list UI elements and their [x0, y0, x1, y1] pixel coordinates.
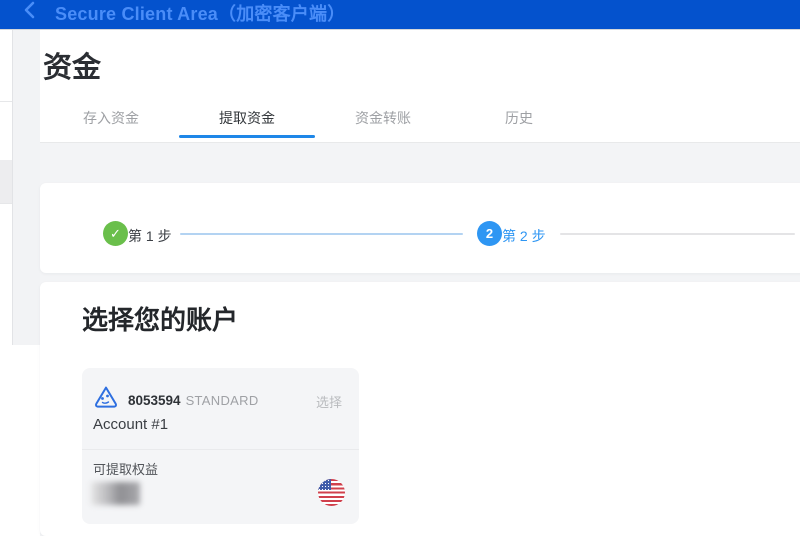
us-flag-canton: [318, 479, 331, 490]
account-number-row: 8053594 STANDARD: [128, 393, 259, 408]
section-heading: 选择您的账户: [82, 305, 239, 335]
step1-label: 第 1 步: [128, 228, 172, 244]
tab-withdraw-funds[interactable]: 提取资金: [179, 105, 315, 138]
select-account-button[interactable]: 选择: [316, 392, 342, 411]
withdrawable-equity-label: 可提取权益: [93, 462, 159, 477]
step2-number: 2: [485, 226, 494, 241]
tab-transfer-funds[interactable]: 资金转账: [315, 105, 451, 138]
equity-value-redacted: [91, 482, 140, 505]
step2-current-badge: 2: [477, 221, 502, 246]
account-selection-panel: 选择您的账户 8053594 STANDARD 选择 Account #1 可提…: [40, 282, 800, 536]
step-connector-pending: [560, 233, 795, 235]
sidebar-divider: [0, 203, 12, 204]
topbar-title: Secure Client Area（加密客户端）: [55, 4, 346, 24]
account-number: 8053594: [128, 393, 181, 408]
check-icon: ✓: [110, 225, 121, 241]
sidebar-active-item-edge: [0, 160, 12, 203]
step2-label: 第 2 步: [502, 228, 546, 244]
back-icon[interactable]: [23, 1, 37, 19]
page-title: 资金: [43, 52, 102, 84]
tab-deposit-funds[interactable]: 存入资金: [43, 105, 179, 138]
sidebar-edge: [0, 30, 13, 345]
metatrader-icon: [94, 386, 118, 408]
account-type-badge: STANDARD: [185, 393, 259, 408]
left-gutter: [13, 30, 40, 345]
account-card[interactable]: 8053594 STANDARD 选择 Account #1 可提取权益: [82, 368, 359, 524]
funds-header-panel: 资金 存入资金 提取资金 资金转账 历史: [40, 30, 800, 143]
account-name: Account #1: [93, 416, 169, 433]
stepper-panel: ✓ 第 1 步 2 第 2 步: [40, 183, 800, 273]
top-header-bar: Secure Client Area（加密客户端）: [0, 0, 800, 30]
step1-completed-check-icon: ✓: [103, 221, 128, 246]
sidebar-divider: [0, 101, 12, 102]
card-divider: [82, 449, 359, 450]
step-connector-done: [180, 233, 463, 235]
us-flag-icon: [318, 479, 345, 506]
funds-tabs: 存入资金 提取资金 资金转账 历史: [43, 105, 587, 138]
tab-history[interactable]: 历史: [451, 105, 587, 138]
screen: Secure Client Area（加密客户端） 资金 存入资金 提取资金 资…: [0, 0, 800, 536]
